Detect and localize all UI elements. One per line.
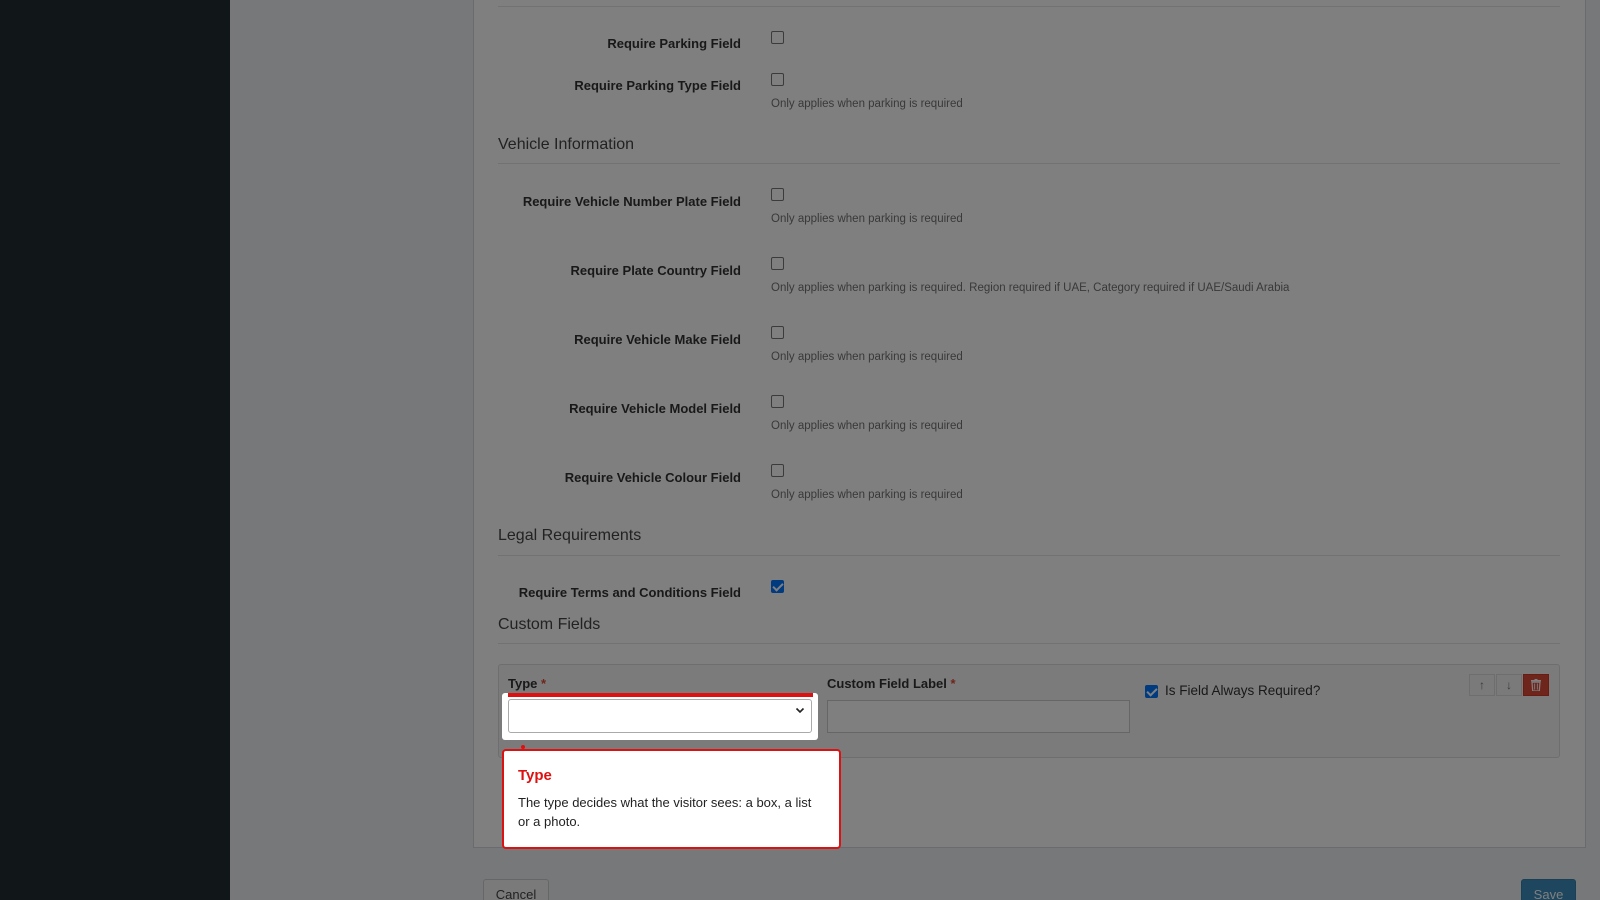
tooltip-body: The type decides what the visitor sees: …	[518, 795, 812, 829]
custom-field-type-select[interactable]	[508, 699, 812, 733]
chevron-down-icon	[795, 707, 805, 714]
tour-highlight-bar	[508, 693, 813, 697]
tooltip-title: Type	[518, 767, 552, 784]
